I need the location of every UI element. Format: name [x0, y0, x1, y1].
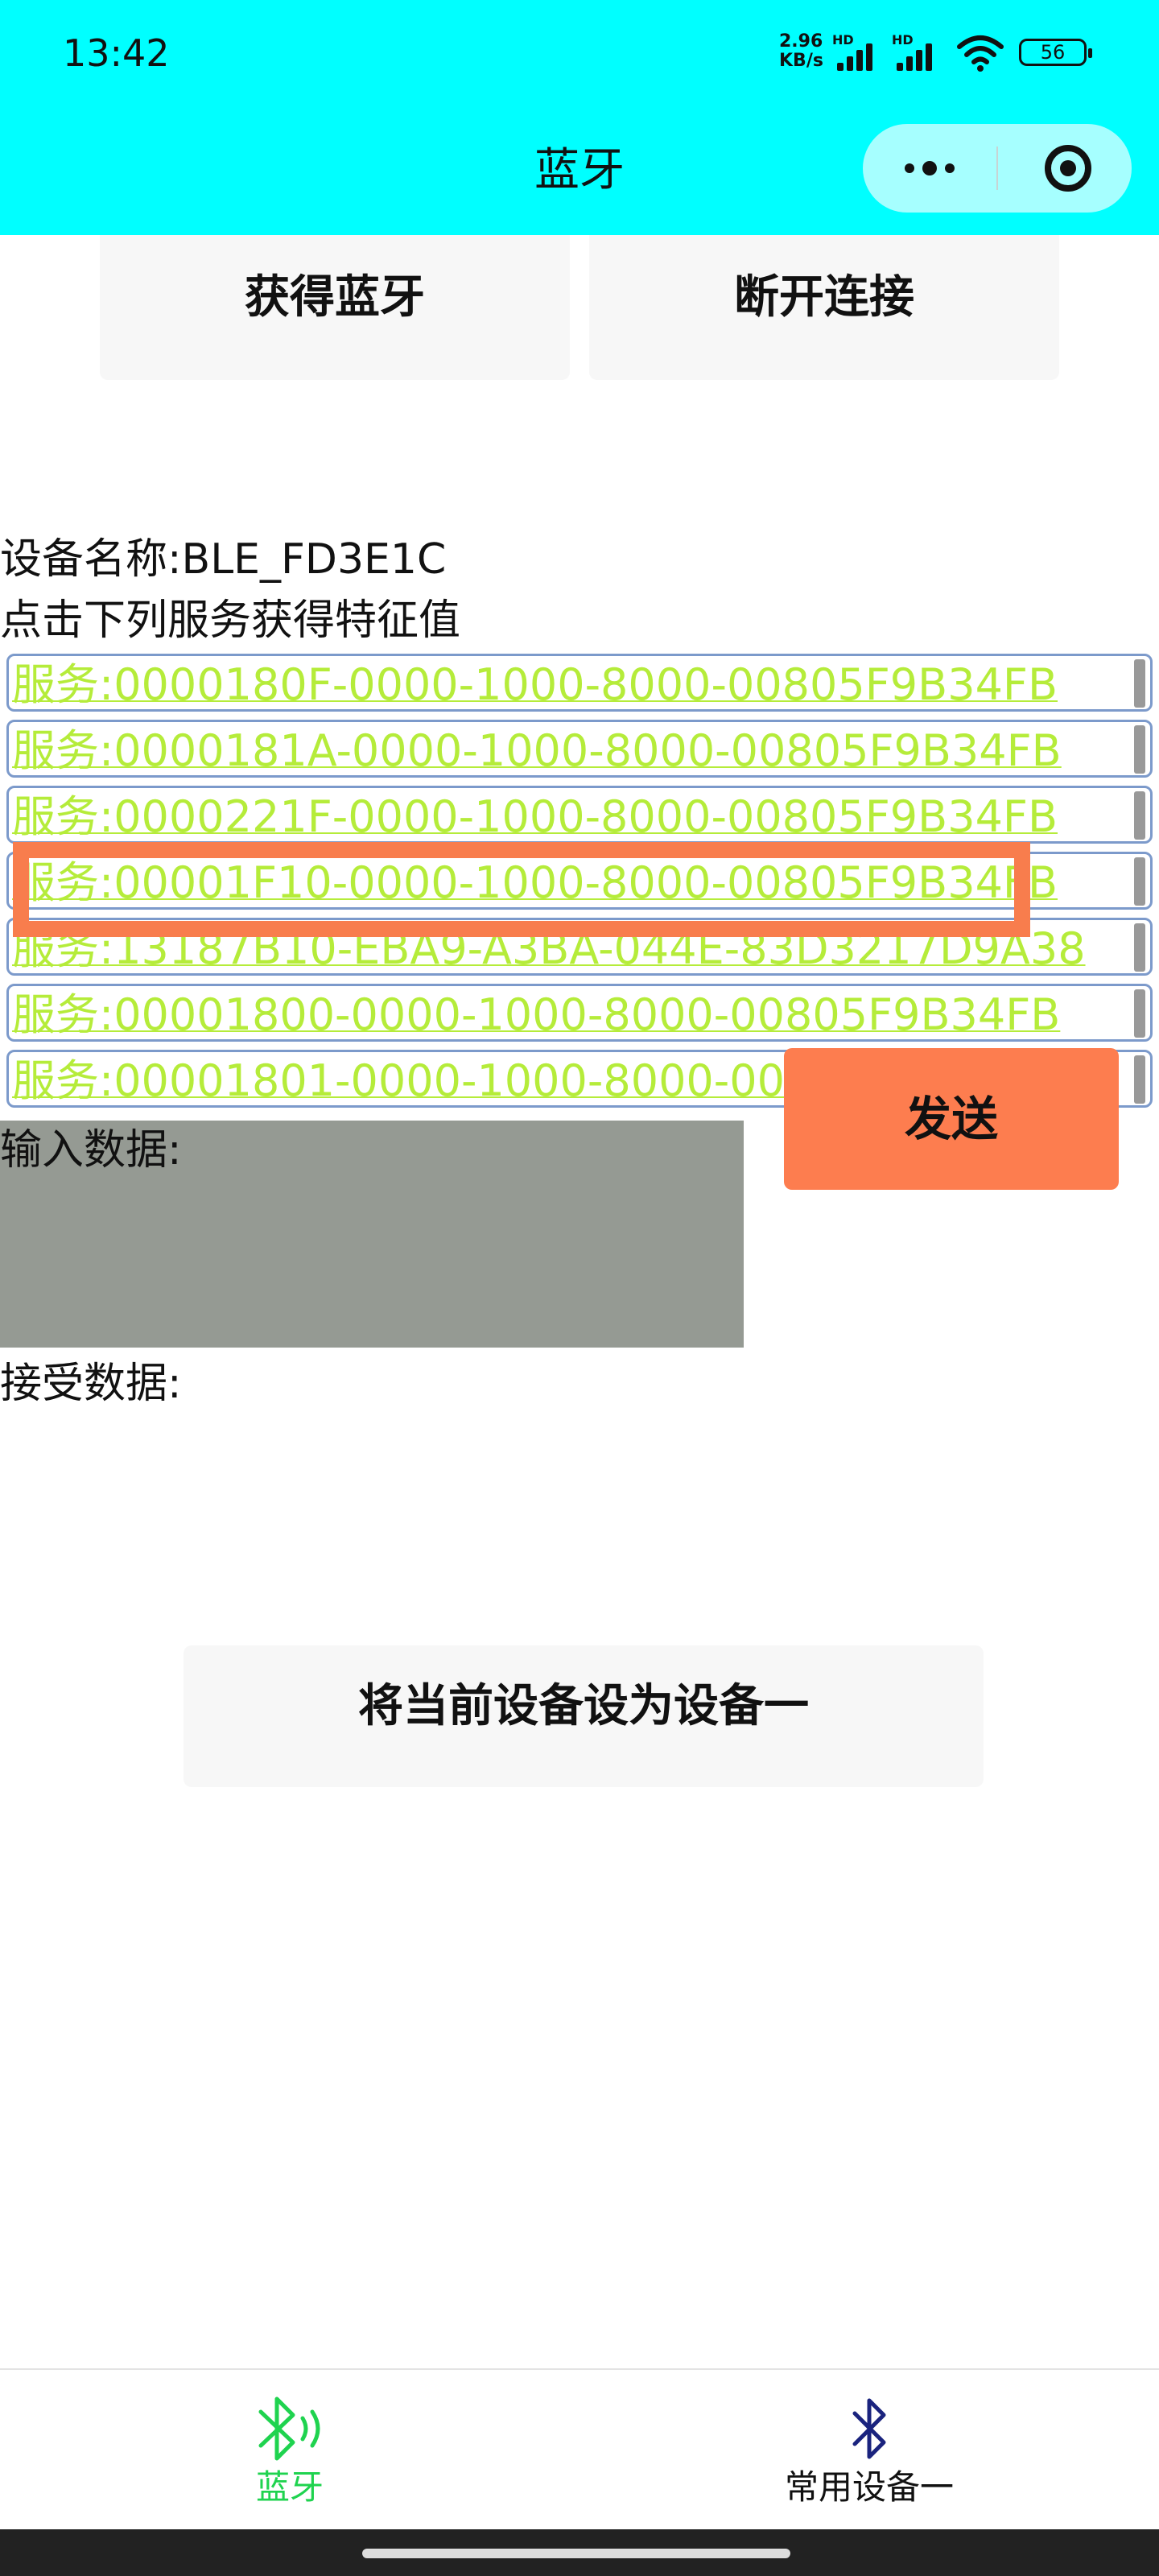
service-label: 服务:0000221F-0000-1000-8000-00805F9B34FB	[12, 791, 1058, 842]
tab-device-one[interactable]: 常用设备一	[580, 2370, 1159, 2531]
send-button[interactable]: 发送	[784, 1048, 1119, 1190]
tab-label-bluetooth: 蓝牙	[255, 2467, 324, 2507]
set-as-device-one-button[interactable]: 将当前设备设为设备一	[184, 1645, 984, 1787]
wifi-icon	[957, 35, 1004, 72]
bluetooth-icon	[852, 2398, 886, 2459]
service-hint: 点击下列服务获得特征值	[0, 597, 461, 645]
battery-icon: 56	[1019, 39, 1092, 66]
signal-icon-2	[897, 39, 940, 71]
miniprogram-capsule	[863, 124, 1132, 213]
network-speed: 2.96 KB/s	[779, 32, 823, 71]
input-data-label: 输入数据:	[0, 1126, 182, 1174]
status-bar: 13:42 2.96 KB/s HD HD 56	[0, 0, 1159, 113]
network-speed-unit: KB/s	[779, 51, 823, 71]
service-label: 服务:0000180F-0000-1000-8000-00805F9B34FB	[12, 659, 1058, 710]
home-indicator[interactable]	[362, 2549, 790, 2558]
service-item[interactable]: 服务:0000180F-0000-1000-8000-00805F9B34FB	[6, 654, 1153, 712]
service-item[interactable]: 服务:00001800-0000-1000-8000-00805F9B34FB	[6, 984, 1153, 1042]
more-options-button[interactable]	[863, 124, 996, 213]
tab-bar: 蓝牙 常用设备一	[0, 2368, 1159, 2531]
device-name: 设备名称:BLE_FD3E1C	[0, 535, 447, 584]
get-bluetooth-button[interactable]: 获得蓝牙	[100, 235, 570, 380]
navigation-bar: 蓝牙	[0, 113, 1159, 235]
service-label: 服务:0000181A-0000-1000-8000-00805F9B34FB	[12, 725, 1062, 776]
disconnect-button[interactable]: 断开连接	[589, 235, 1059, 380]
bluetooth-active-icon	[258, 2396, 320, 2461]
close-miniprogram-icon[interactable]	[1045, 145, 1091, 192]
system-navigation-bar	[0, 2529, 1159, 2576]
selected-service-highlight	[13, 842, 1030, 937]
service-item[interactable]: 服务:0000221F-0000-1000-8000-00805F9B34FB	[6, 786, 1153, 844]
service-item[interactable]: 服务:0000181A-0000-1000-8000-00805F9B34FB	[6, 720, 1153, 778]
tab-label-device-one: 常用设备一	[784, 2467, 954, 2507]
tab-bluetooth[interactable]: 蓝牙	[0, 2370, 580, 2531]
capsule-divider	[996, 147, 998, 190]
service-label: 服务:00001800-0000-1000-8000-00805F9B34FB	[12, 989, 1061, 1040]
status-time: 13:42	[63, 31, 170, 75]
signal-icon	[837, 39, 881, 71]
receive-data-label: 接受数据:	[0, 1360, 182, 1408]
network-speed-value: 2.96	[779, 31, 823, 52]
